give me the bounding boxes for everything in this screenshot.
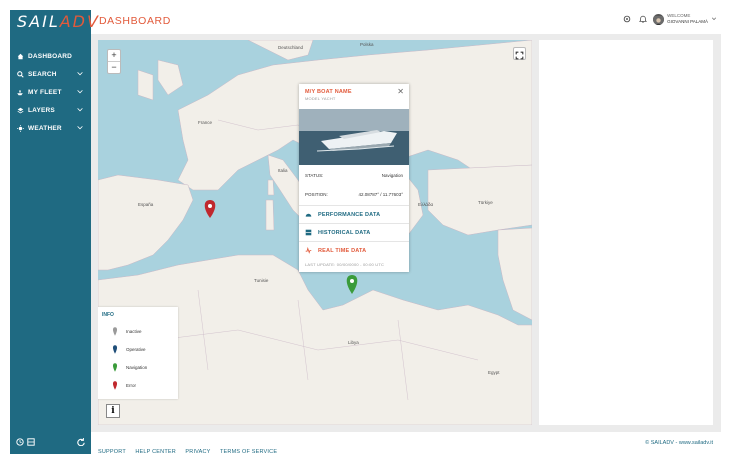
copyright: © SAILADV - www.sailadv.it [645,440,713,446]
chevron-down-icon [77,126,83,130]
legend-item-operative: Operative [112,345,146,354]
info-toggle-button[interactable]: i [106,404,120,418]
legend-label: Error [126,383,136,388]
sidebar-item-label: WEATHER [28,124,62,132]
sidebar-item-label: DASHBOARD [28,52,73,60]
clock-icon[interactable] [16,438,24,446]
historical-data-link[interactable]: HISTORICAL DATA [299,223,409,241]
map-label: Türkiye [478,200,493,205]
zoom-out-button[interactable]: − [108,62,120,73]
map-label: Ελλάδα [418,202,434,207]
boat-popup: M/Y BOAT NAME MODEL YACHT ✕ STATUS: Navi… [299,84,409,272]
info-legend: INFO Inactive Operative Navigation Error [98,307,178,399]
gauge-icon [305,213,312,217]
status-label: STATUS: [305,173,324,178]
marker-navigation-icon [112,363,118,372]
sidebar-nav: DASHBOARD SEARCH MY FLEET LAYERS WEATHER [10,47,91,137]
weather-icon [16,124,24,132]
close-icon[interactable]: ✕ [397,87,404,96]
link-label: HISTORICAL DATA [318,229,371,236]
sidebar: SAILADV DASHBOARD SEARCH MY FLEET LAYERS… [10,10,98,454]
map-label: Libya [348,340,359,345]
legend-label: Operative [126,347,146,352]
footer-link-help-center[interactable]: HELP CENTER [135,449,176,455]
zoom-control: + − [107,49,121,74]
sidebar-item-label: LAYERS [28,106,55,114]
link-label: REAL TIME DATA [318,247,367,254]
zoom-in-button[interactable]: + [108,50,120,62]
bell-icon[interactable] [639,15,648,23]
fleet-map[interactable]: Deutschland Polska France Italia España … [98,40,532,425]
footer: SUPPORT HELP CENTER PRIVACY TERMS OF SER… [91,432,721,455]
sidebar-item-label: SEARCH [28,70,57,78]
performance-data-link[interactable]: PERFORMANCE DATA [299,205,409,223]
sidebar-footer [16,438,85,448]
page-title: DASHBOARD [99,15,171,27]
info-icon: i [111,406,115,416]
user-name: GIOVANNI PALAMÀ [667,19,708,24]
boat-model: MODEL YACHT [305,96,336,101]
search-icon [16,70,24,78]
map-label: France [198,120,213,125]
legend-item-navigation: Navigation [112,363,147,372]
refresh-icon[interactable] [77,438,85,446]
marker-inactive-icon [112,327,118,336]
legend-label: Navigation [126,365,148,370]
layers-icon [16,106,24,114]
legend-label: Inactive [126,329,142,334]
chevron-down-icon [77,90,83,94]
legend-item-error: Error [112,381,136,390]
avatar[interactable] [653,13,665,25]
fullscreen-button[interactable] [513,47,526,60]
map-marker-navigation[interactable] [346,275,358,294]
sidebar-item-label: MY FLEET [28,88,62,96]
right-panel [539,40,713,425]
status-value: Navigation [381,173,403,178]
link-label: PERFORMANCE DATA [318,211,381,218]
chevron-down-icon [77,72,83,76]
last-update: LAST UPDATE: 00/00/0000 - 00:00 UTC [305,262,385,267]
table-icon [305,229,312,236]
boat-image [299,109,409,165]
real-time-data-link[interactable]: REAL TIME DATA [299,241,409,259]
map-label: Deutschland [278,45,304,50]
logo-text: SAIL [17,12,60,31]
footer-link-terms[interactable]: TERMS OF SERVICE [220,449,277,455]
sidebar-item-layers[interactable]: LAYERS [10,101,91,119]
welcome-block[interactable]: WELCOME GIOVANNI PALAMÀ [667,13,708,25]
legend-item-inactive: Inactive [112,327,142,336]
database-icon[interactable] [27,438,35,446]
map-label: Italia [278,168,288,173]
status-row: STATUS: Navigation [305,173,403,178]
sidebar-item-my-fleet[interactable]: MY FLEET [10,83,91,101]
home-icon [16,52,24,60]
fullscreen-icon [515,51,524,60]
boat-name: M/Y BOAT NAME [305,89,352,95]
map-label: Polska [360,42,374,47]
map-label: Egypt [488,370,500,375]
chevron-down-icon[interactable] [711,16,717,22]
legend-title: INFO [102,312,114,318]
map-marker-error[interactable] [204,200,216,218]
position-value: 42.08787° / 11.77603° [358,192,403,197]
realtime-icon [305,247,312,254]
map-label: Tunisie [254,278,269,283]
map-label: España [138,202,154,207]
position-row: POSITION: 42.08787° / 11.77603° [305,192,403,197]
position-label: POSITION: [305,192,328,197]
user-area: WELCOME GIOVANNI PALAMÀ [623,13,717,25]
marker-error-icon [112,381,118,390]
sidebar-item-dashboard[interactable]: DASHBOARD [10,47,91,65]
ship-icon [16,88,24,96]
footer-link-support[interactable]: SUPPORT [98,449,126,455]
settings-icon[interactable] [623,15,631,23]
chevron-down-icon [77,108,83,112]
footer-link-privacy[interactable]: PRIVACY [185,449,210,455]
top-bar: DASHBOARD WELCOME GIOVANNI PALAMÀ [91,10,721,34]
marker-operative-icon [112,345,118,354]
footer-links: SUPPORT HELP CENTER PRIVACY TERMS OF SER… [98,440,282,458]
sidebar-item-weather[interactable]: WEATHER [10,119,91,137]
app-logo[interactable]: SAILADV [17,12,100,31]
sidebar-item-search[interactable]: SEARCH [10,65,91,83]
